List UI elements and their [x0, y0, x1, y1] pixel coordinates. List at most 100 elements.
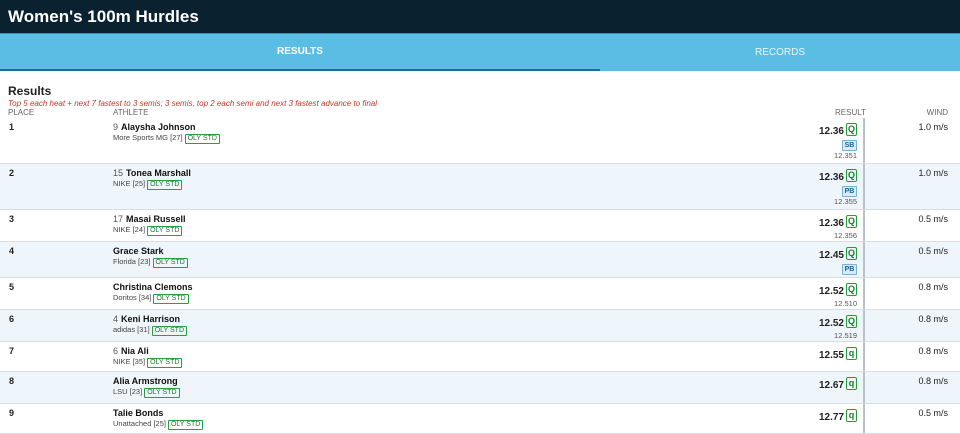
athlete-name-link[interactable]: Keni Harrison [121, 314, 180, 324]
athlete-name-link[interactable]: Alaysha Johnson [121, 122, 196, 132]
column-divider [863, 242, 865, 277]
result-cell: 12.55 q [819, 345, 857, 363]
wind-cell: 1.0 m/s [918, 168, 948, 178]
qualifier-badge: Q [846, 315, 857, 329]
table-row: 4 Grace Stark Florida [23] OLY STD 12.45 Q PB 0… [0, 242, 960, 278]
tab-bar: RESULTS RECORDS [0, 33, 960, 71]
place-cell: 3 [9, 214, 15, 224]
athlete-cell: Alia Armstrong LSU [23] OLY STD [113, 376, 180, 398]
place-cell: 2 [9, 168, 15, 178]
athlete-affiliation: Unattached [25] [113, 419, 166, 428]
result-cell: 12.45 Q PB [819, 245, 857, 275]
result-cell: 12.77 q [819, 407, 857, 425]
qualifier-badge: Q [846, 247, 857, 261]
result-cell: 12.52 Q 12.519 [819, 313, 857, 340]
oly-std-badge: OLY STD [152, 258, 188, 268]
wind-cell: 0.5 m/s [918, 246, 948, 256]
wind-cell: 1.0 m/s [918, 122, 948, 132]
oly-std-badge: OLY STD [147, 226, 183, 236]
place-cell: 8 [9, 376, 15, 386]
page-header: Women's 100m Hurdles [0, 0, 960, 33]
athlete-name-link[interactable]: Grace Stark [113, 246, 164, 256]
wind-cell: 0.8 m/s [918, 282, 948, 292]
record-badge: SB [842, 140, 857, 151]
precise-time: 12.355 [834, 197, 857, 206]
page-title: Women's 100m Hurdles [8, 6, 199, 26]
section-title: Results [8, 84, 52, 98]
place-cell: 5 [9, 282, 15, 292]
bib-number: 6 [113, 346, 119, 356]
tab-records[interactable]: RECORDS [600, 34, 960, 71]
table-row: 9 Talie Bonds Unattached [25] OLY STD 12.77 q… [0, 404, 960, 434]
column-header-wind: WIND [926, 108, 948, 117]
table-row: 2 15 Tonea Marshall NIKE [25] OLY STD 12.36 Q P… [0, 164, 960, 210]
athlete-affiliation: Florida [23] [113, 257, 151, 266]
wind-cell: 0.8 m/s [918, 376, 948, 386]
column-headers: PLACE ATHLETE RESULT WIND [0, 108, 960, 118]
athlete-affiliation: NIKE [25] [113, 179, 146, 188]
place-cell: 7 [9, 346, 15, 356]
athlete-cell: 6 Nia Ali NIKE [35] OLY STD [113, 346, 183, 368]
table-row: 3 17 Masai Russell NIKE [24] OLY STD 12.36 Q 12… [0, 210, 960, 242]
wind-cell: 0.8 m/s [918, 314, 948, 324]
athlete-cell: Christina Clemons Doritos [34] OLY STD [113, 282, 193, 304]
column-divider [863, 210, 865, 241]
oly-std-badge: OLY STD [147, 180, 183, 190]
oly-std-badge: OLY STD [153, 294, 189, 304]
column-header-result: RESULT [835, 108, 866, 117]
result-time: 12.52 [818, 318, 844, 329]
qualifier-badge: Q [846, 169, 857, 183]
record-badge: PB [842, 264, 857, 275]
qualifier-badge: Q [846, 215, 857, 229]
oly-std-badge: OLY STD [144, 388, 180, 398]
result-time: 12.67 [818, 380, 844, 391]
athlete-name-link[interactable]: Masai Russell [126, 214, 186, 224]
athlete-name-link[interactable]: Alia Armstrong [113, 376, 178, 386]
bib-number: 15 [113, 168, 124, 178]
athlete-name-link[interactable]: Nia Ali [121, 346, 149, 356]
column-header-place: PLACE [8, 108, 35, 117]
athlete-cell: Grace Stark Florida [23] OLY STD [113, 246, 188, 268]
result-time: 12.36 [818, 126, 844, 137]
column-divider [863, 342, 865, 371]
athlete-affiliation: NIKE [35] [113, 357, 146, 366]
qualifier-badge: q [846, 347, 857, 361]
oly-std-badge: OLY STD [151, 326, 188, 336]
result-cell: 12.36 Q 12.356 [819, 213, 857, 240]
results-table: 1 9 Alaysha Johnson More Sports MG [27] OLY … [0, 118, 960, 434]
athlete-cell: 4 Keni Harrison adidas [31] OLY STD [113, 314, 188, 336]
result-cell: 12.36 Q SB 12.351 [819, 121, 857, 160]
precise-time: 12.519 [834, 331, 857, 340]
column-divider [863, 404, 865, 433]
column-divider [863, 118, 865, 163]
table-row: 8 Alia Armstrong LSU [23] OLY STD 12.67 q 0.8 … [0, 372, 960, 404]
wind-cell: 0.8 m/s [918, 346, 948, 356]
athlete-cell: Talie Bonds Unattached [25] OLY STD [113, 408, 204, 430]
athlete-cell: 9 Alaysha Johnson More Sports MG [27] OLY S… [113, 122, 220, 144]
result-time: 12.52 [818, 286, 844, 297]
athlete-affiliation: NIKE [24] [113, 225, 146, 234]
result-time: 12.55 [818, 350, 844, 361]
place-cell: 1 [9, 122, 15, 132]
athlete-affiliation: More Sports MG [27] [113, 133, 183, 142]
athlete-name-link[interactable]: Christina Clemons [113, 282, 193, 292]
precise-time: 12.510 [834, 299, 857, 308]
qualifier-badge: q [846, 409, 857, 423]
result-time: 12.36 [818, 218, 844, 229]
column-header-athlete: ATHLETE [113, 108, 149, 117]
athlete-affiliation: LSU [23] [113, 387, 143, 396]
column-divider [863, 164, 865, 209]
athlete-name-link[interactable]: Talie Bonds [113, 408, 163, 418]
record-badge: PB [842, 186, 857, 197]
qualifier-badge: Q [846, 123, 857, 137]
bib-number: 17 [113, 214, 124, 224]
tab-results[interactable]: RESULTS [0, 34, 600, 71]
oly-std-badge: OLY STD [147, 358, 183, 368]
table-row: 1 9 Alaysha Johnson More Sports MG [27] OLY … [0, 118, 960, 164]
wind-cell: 0.5 m/s [918, 214, 948, 224]
bib-number: 9 [113, 122, 119, 132]
column-divider [863, 372, 865, 403]
athlete-name-link[interactable]: Tonea Marshall [126, 168, 191, 178]
table-row: 7 6 Nia Ali NIKE [35] OLY STD 12.55 q 0.8 m/s [0, 342, 960, 372]
advancement-note: Top 5 each heat + next 7 fastest to 3 se… [8, 99, 378, 108]
